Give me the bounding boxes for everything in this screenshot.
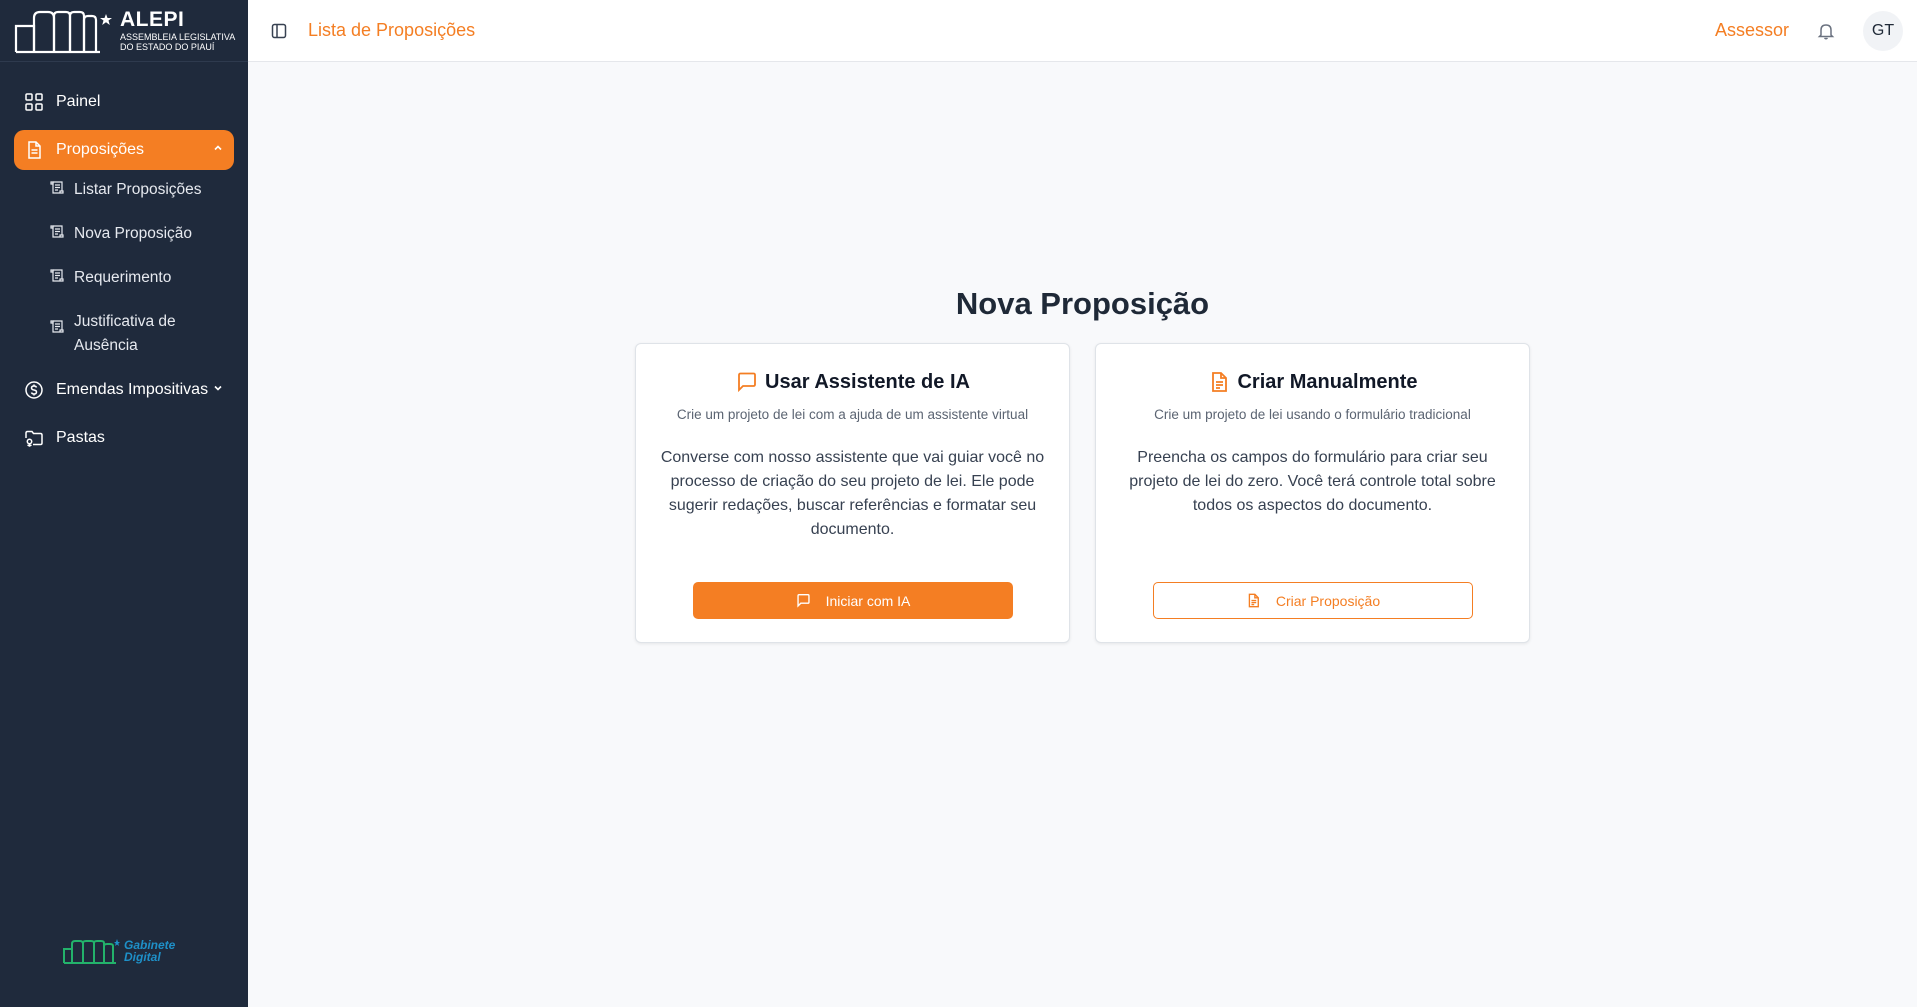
card-subtitle: Crie um projeto de lei usando o formulár… <box>1154 407 1471 422</box>
scroll-icon <box>50 320 64 333</box>
sidebar-item-painel[interactable]: Painel <box>14 82 234 122</box>
file-text-icon <box>1246 593 1262 609</box>
button-label: Iniciar com IA <box>825 592 911 609</box>
chevron-up-icon <box>212 141 224 159</box>
message-square-icon <box>796 593 812 609</box>
button-label: Criar Proposição <box>1275 592 1381 609</box>
sidebar-subitem-nova-proposicao[interactable]: Nova Proposição <box>14 222 234 258</box>
sidebar-item-label: Painel <box>56 93 101 110</box>
ai-assistant-card: Usar Assistente de IA Crie um projeto de… <box>635 343 1070 643</box>
notifications-button[interactable] <box>1815 20 1837 42</box>
brand-subtitle-line2: DO ESTADO DO PIAUÍ <box>120 42 215 52</box>
document-icon <box>24 140 44 160</box>
sidebar-subitem-requerimento[interactable]: Requerimento <box>14 266 234 302</box>
avatar[interactable]: GT <box>1863 10 1903 51</box>
start-with-ai-button[interactable]: Iniciar com IA <box>693 582 1013 619</box>
scroll-icon <box>50 225 64 238</box>
sidebar-subitem-label: Requerimento <box>74 269 172 286</box>
brand-title: ALEPI <box>120 8 185 31</box>
alepi-logo-icon <box>14 10 112 53</box>
card-subtitle: Crie um projeto de lei com a ajuda de um… <box>676 407 1029 422</box>
folder-icon <box>24 428 44 448</box>
card-description: Preencha os campos do formulário para cr… <box>1129 449 1496 514</box>
brand-logo[interactable]: ALEPI ASSEMBLEIA LEGISLATIVA DO ESTADO D… <box>0 0 248 62</box>
scroll-icon <box>50 181 64 194</box>
sidebar-item-label: Pastas <box>56 429 105 446</box>
sidebar-subitem-listar-proposicoes[interactable]: Listar Proposições <box>14 178 234 214</box>
sidebar-item-label: Emendas Impositivas <box>56 381 209 398</box>
topbar: Lista de Proposições Assessor GT <box>248 0 1917 62</box>
create-proposition-button[interactable]: Criar Proposição <box>1153 582 1473 619</box>
sidebar-toggle-button[interactable] <box>270 22 288 40</box>
breadcrumb[interactable]: Lista de Proposições <box>308 20 475 41</box>
gabinete-digital-icon <box>63 939 120 964</box>
message-square-icon <box>735 370 759 394</box>
card-description: Converse com nosso assistente que vai gu… <box>660 449 1045 538</box>
card-title: Criar Manualmente <box>1237 370 1418 393</box>
dollar-icon <box>24 380 44 400</box>
manual-creation-card: Criar Manualmente Crie um projeto de lei… <box>1095 343 1530 643</box>
chevron-down-icon <box>212 381 224 399</box>
footer-logo-line2: Digital <box>124 950 161 964</box>
sidebar-subitem-label: Listar Proposições <box>74 181 202 198</box>
sidebar-subitem-label: Justificativa de Ausência <box>74 313 176 354</box>
card-title: Usar Assistente de IA <box>765 370 970 393</box>
panel-left-icon <box>271 23 287 38</box>
brand-subtitle-line1: ASSEMBLEIA LEGISLATIVA <box>120 32 236 42</box>
grid-icon <box>24 92 44 112</box>
gabinete-digital-logo: Gabinete Digital <box>62 937 175 965</box>
sidebar-item-pastas[interactable]: Pastas <box>14 418 234 458</box>
bell-icon <box>1817 23 1835 39</box>
scroll-icon <box>50 269 64 282</box>
sidebar-item-emendas-impositivas[interactable]: Emendas Impositivas <box>14 370 234 410</box>
file-text-icon <box>1207 370 1231 394</box>
sidebar-nav: Painel Proposições Listar Proposições No… <box>0 62 248 458</box>
avatar-initials: GT <box>1871 21 1895 39</box>
sidebar-subitem-justificativa-de-ausencia[interactable]: Justificativa de Ausência <box>14 310 234 358</box>
sidebar: ALEPI ASSEMBLEIA LEGISLATIVA DO ESTADO D… <box>0 0 248 1007</box>
page-title: Nova Proposição <box>955 286 1210 321</box>
sidebar-subitem-label: Nova Proposição <box>74 225 193 242</box>
sidebar-item-label: Proposições <box>56 141 145 158</box>
sidebar-item-proposicoes[interactable]: Proposições <box>14 130 234 170</box>
user-role: Assessor <box>1714 20 1789 40</box>
